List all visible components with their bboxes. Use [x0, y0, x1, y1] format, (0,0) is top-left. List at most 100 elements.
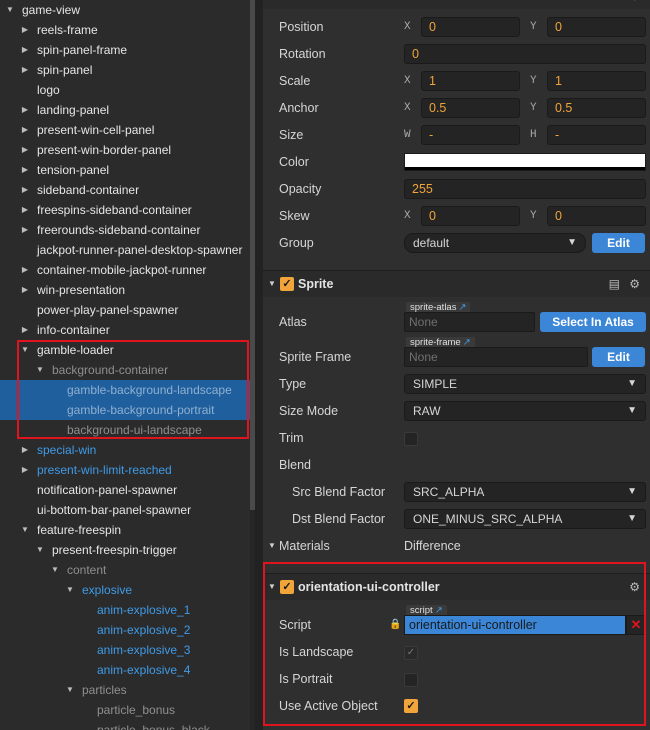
- hierarchy-item[interactable]: ▶ reels-frame: [0, 20, 250, 40]
- sprite-section-header[interactable]: ▼ ✓ Sprite ▤ ⚙: [263, 270, 650, 297]
- hierarchy-item[interactable]: ▶ sideband-container: [0, 180, 250, 200]
- src-blend-factor-dropdown[interactable]: SRC_ALPHA ▼: [404, 482, 646, 502]
- expand-arrow-right-icon[interactable]: ▶: [20, 20, 30, 40]
- expand-arrow-right-icon[interactable]: ▶: [20, 440, 30, 460]
- hierarchy-item[interactable]: anim-explosive_3: [0, 640, 250, 660]
- skew-x-input[interactable]: 0: [421, 206, 520, 226]
- hierarchy-item[interactable]: ▶ freespins-sideband-container: [0, 200, 250, 220]
- atlas-asset-field[interactable]: None: [404, 312, 535, 332]
- type-dropdown[interactable]: SIMPLE ▼: [404, 374, 646, 394]
- scale-x-input[interactable]: 1: [421, 71, 520, 91]
- sprite-frame-edit-button[interactable]: Edit: [592, 347, 645, 367]
- hierarchy-item[interactable]: ▼ gamble-loader: [0, 340, 250, 360]
- expand-arrow-down-icon[interactable]: ▼: [20, 520, 30, 540]
- hierarchy-item[interactable]: ▶ container-mobile-jackpot-runner: [0, 260, 250, 280]
- hierarchy-item[interactable]: ▶ tension-panel: [0, 160, 250, 180]
- anchor-x-input[interactable]: 0.5: [421, 98, 520, 118]
- hierarchy-item[interactable]: ▶ present-win-limit-reached: [0, 460, 250, 480]
- opacity-input[interactable]: 255: [404, 179, 646, 199]
- sprite-frame-asset-field[interactable]: None: [404, 347, 588, 367]
- node-section-header[interactable]: Node ⚙: [263, 0, 650, 9]
- hierarchy-item[interactable]: ▶ present-win-cell-panel: [0, 120, 250, 140]
- scale-y-input[interactable]: 1: [547, 71, 646, 91]
- hierarchy-item[interactable]: ▶ win-presentation: [0, 280, 250, 300]
- hierarchy-item[interactable]: jackpot-runner-panel-desktop-spawner: [0, 240, 250, 260]
- hierarchy-item[interactable]: ▼ particles: [0, 680, 250, 700]
- expand-arrow-down-icon[interactable]: ▼: [5, 0, 15, 20]
- book-icon[interactable]: ▤: [609, 271, 620, 297]
- hierarchy-item[interactable]: ▶ present-win-border-panel: [0, 140, 250, 160]
- hierarchy-item[interactable]: ▶ spin-panel-frame: [0, 40, 250, 60]
- expand-arrow-right-icon[interactable]: ▶: [20, 460, 30, 480]
- expand-arrow-down-icon[interactable]: ▼: [35, 360, 45, 380]
- size-h-input[interactable]: -: [547, 125, 646, 145]
- expand-arrow-right-icon[interactable]: ▶: [20, 40, 30, 60]
- expand-arrow-right-icon[interactable]: ▶: [20, 140, 30, 160]
- dst-blend-factor-dropdown[interactable]: ONE_MINUS_SRC_ALPHA ▼: [404, 509, 646, 529]
- hierarchy-item[interactable]: ▶ special-win: [0, 440, 250, 460]
- use-active-object-checkbox[interactable]: ✓: [404, 699, 418, 713]
- hierarchy-item[interactable]: background-ui-landscape: [0, 420, 250, 440]
- is-landscape-checkbox[interactable]: ✓: [404, 646, 418, 660]
- hierarchy-item[interactable]: ▼ background-container: [0, 360, 250, 380]
- group-edit-button[interactable]: Edit: [592, 233, 645, 253]
- hierarchy-item[interactable]: anim-explosive_4: [0, 660, 250, 680]
- expand-arrow-right-icon[interactable]: ▶: [20, 100, 30, 120]
- hierarchy-item[interactable]: anim-explosive_1: [0, 600, 250, 620]
- color-swatch[interactable]: [404, 153, 646, 171]
- collapse-arrow-icon[interactable]: ▼: [268, 271, 276, 297]
- position-x-input[interactable]: 0: [421, 17, 520, 37]
- hierarchy-item[interactable]: ▼ feature-freespin: [0, 520, 250, 540]
- expand-arrow-down-icon[interactable]: ▼: [20, 340, 30, 360]
- expand-arrow-down-icon[interactable]: ▼: [35, 540, 45, 560]
- gear-icon[interactable]: ⚙: [629, 574, 640, 600]
- gear-icon[interactable]: ⚙: [629, 271, 640, 297]
- anchor-y-input[interactable]: 0.5: [547, 98, 646, 118]
- group-dropdown[interactable]: default ▼: [404, 233, 586, 253]
- hierarchy-item[interactable]: gamble-background-portrait: [0, 400, 250, 420]
- size-mode-dropdown[interactable]: RAW ▼: [404, 401, 646, 421]
- expand-arrow-right-icon[interactable]: ▶: [20, 60, 30, 80]
- collapse-arrow-icon[interactable]: ▼: [268, 574, 276, 600]
- expand-arrow-right-icon[interactable]: ▶: [20, 320, 30, 340]
- rotation-input[interactable]: 0: [404, 44, 646, 64]
- expand-arrow-down-icon[interactable]: ▼: [50, 560, 60, 580]
- script-asset-field[interactable]: orientation-ui-controller: [404, 615, 626, 635]
- trim-checkbox[interactable]: [404, 432, 418, 446]
- hierarchy-item[interactable]: ▶ freerounds-sideband-container: [0, 220, 250, 240]
- expand-arrow-right-icon[interactable]: ▶: [20, 260, 30, 280]
- select-in-atlas-button[interactable]: Select In Atlas: [540, 312, 646, 332]
- expand-arrow-right-icon[interactable]: ▶: [20, 220, 30, 240]
- sprite-enabled-checkbox[interactable]: ✓: [280, 277, 294, 291]
- hierarchy-item[interactable]: gamble-background-landscape: [0, 380, 250, 400]
- clear-script-icon[interactable]: ✕: [626, 615, 646, 635]
- hierarchy-item[interactable]: logo: [0, 80, 250, 100]
- hierarchy-item[interactable]: ▶ spin-panel: [0, 60, 250, 80]
- expand-arrow-down-icon[interactable]: ▼: [65, 680, 75, 700]
- hierarchy-item[interactable]: anim-explosive_2: [0, 620, 250, 640]
- orientation-controller-section-header[interactable]: ▼ ✓ orientation-ui-controller ⚙: [263, 573, 650, 600]
- expand-arrow-right-icon[interactable]: ▶: [20, 280, 30, 300]
- position-y-input[interactable]: 0: [547, 17, 646, 37]
- hierarchy-item[interactable]: notification-panel-spawner: [0, 480, 250, 500]
- hierarchy-item[interactable]: ▼ present-freespin-trigger: [0, 540, 250, 560]
- panel-divider[interactable]: [255, 0, 263, 730]
- controller-enabled-checkbox[interactable]: ✓: [280, 580, 294, 594]
- expand-arrow-down-icon[interactable]: ▼: [65, 580, 75, 600]
- expand-arrow-right-icon[interactable]: ▶: [20, 180, 30, 200]
- hierarchy-item[interactable]: ▶ landing-panel: [0, 100, 250, 120]
- hierarchy-item[interactable]: ▼ game-view: [0, 0, 250, 20]
- is-portrait-checkbox[interactable]: [404, 673, 418, 687]
- materials-arrow-icon[interactable]: ▼: [268, 536, 276, 556]
- hierarchy-item[interactable]: particle_bonus: [0, 700, 250, 720]
- hierarchy-item[interactable]: power-play-panel-spawner: [0, 300, 250, 320]
- hierarchy-item[interactable]: ▶ info-container: [0, 320, 250, 340]
- expand-arrow-right-icon[interactable]: ▶: [20, 120, 30, 140]
- hierarchy-item[interactable]: particle_bonus_black: [0, 720, 250, 730]
- skew-y-input[interactable]: 0: [547, 206, 646, 226]
- hierarchy-item[interactable]: ▼ content: [0, 560, 250, 580]
- size-w-input[interactable]: -: [421, 125, 520, 145]
- expand-arrow-right-icon[interactable]: ▶: [20, 160, 30, 180]
- expand-arrow-right-icon[interactable]: ▶: [20, 200, 30, 220]
- hierarchy-item[interactable]: ▼ explosive: [0, 580, 250, 600]
